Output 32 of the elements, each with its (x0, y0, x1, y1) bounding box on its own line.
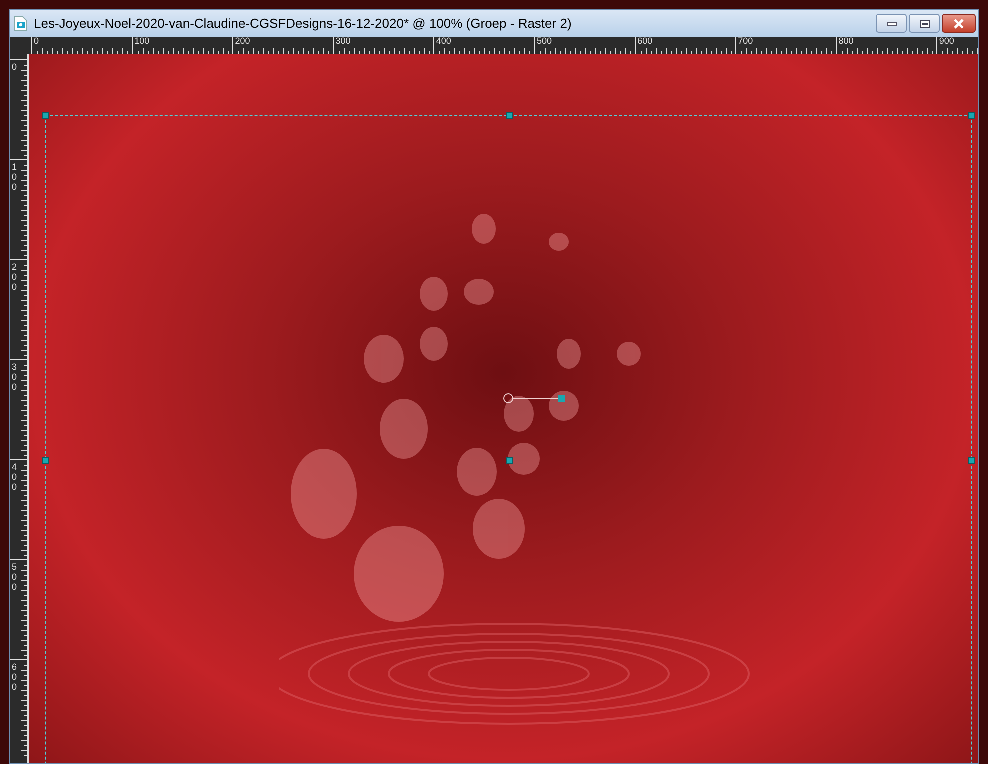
ruler-label: 800 (838, 37, 854, 46)
close-icon (953, 18, 965, 28)
center-handle[interactable] (506, 457, 513, 464)
minimize-icon (886, 22, 896, 26)
ruler-label: 300 (12, 362, 17, 392)
ruler-label: 500 (536, 37, 552, 46)
ruler-label: 500 (12, 562, 17, 592)
resize-handle[interactable] (42, 457, 49, 464)
ruler-label: 0 (34, 37, 40, 46)
ruler-label: 200 (12, 262, 17, 292)
ruler-label: 0 (12, 62, 17, 72)
resize-handle[interactable] (968, 457, 975, 464)
ruler-label: 700 (738, 37, 754, 46)
resize-handle[interactable] (506, 112, 513, 119)
resize-handle[interactable] (968, 112, 975, 119)
resize-handle[interactable] (42, 112, 49, 119)
ruler-label: 900 (939, 37, 954, 46)
ruler-label: 400 (12, 462, 17, 492)
image-file-icon (14, 16, 28, 32)
ruler-label: 600 (638, 37, 653, 46)
minimize-button[interactable] (876, 14, 907, 33)
maximize-icon (920, 20, 930, 28)
ruler-label: 200 (235, 37, 250, 46)
ruler-label: 400 (436, 37, 452, 46)
ruler-label: 600 (12, 662, 17, 692)
rotation-handle[interactable] (503, 393, 565, 404)
window-title: Les-Joyeux-Noel-2020-van-Claudine-CGSFDesigns-16-12-2020* @ 100% (Groep - Raster 2) (34, 14, 572, 33)
maximize-button[interactable] (909, 14, 940, 33)
ruler-label: 300 (336, 37, 351, 46)
ruler-label: 100 (134, 37, 150, 46)
ruler-label: 100 (12, 162, 17, 192)
close-button[interactable] (942, 14, 976, 33)
